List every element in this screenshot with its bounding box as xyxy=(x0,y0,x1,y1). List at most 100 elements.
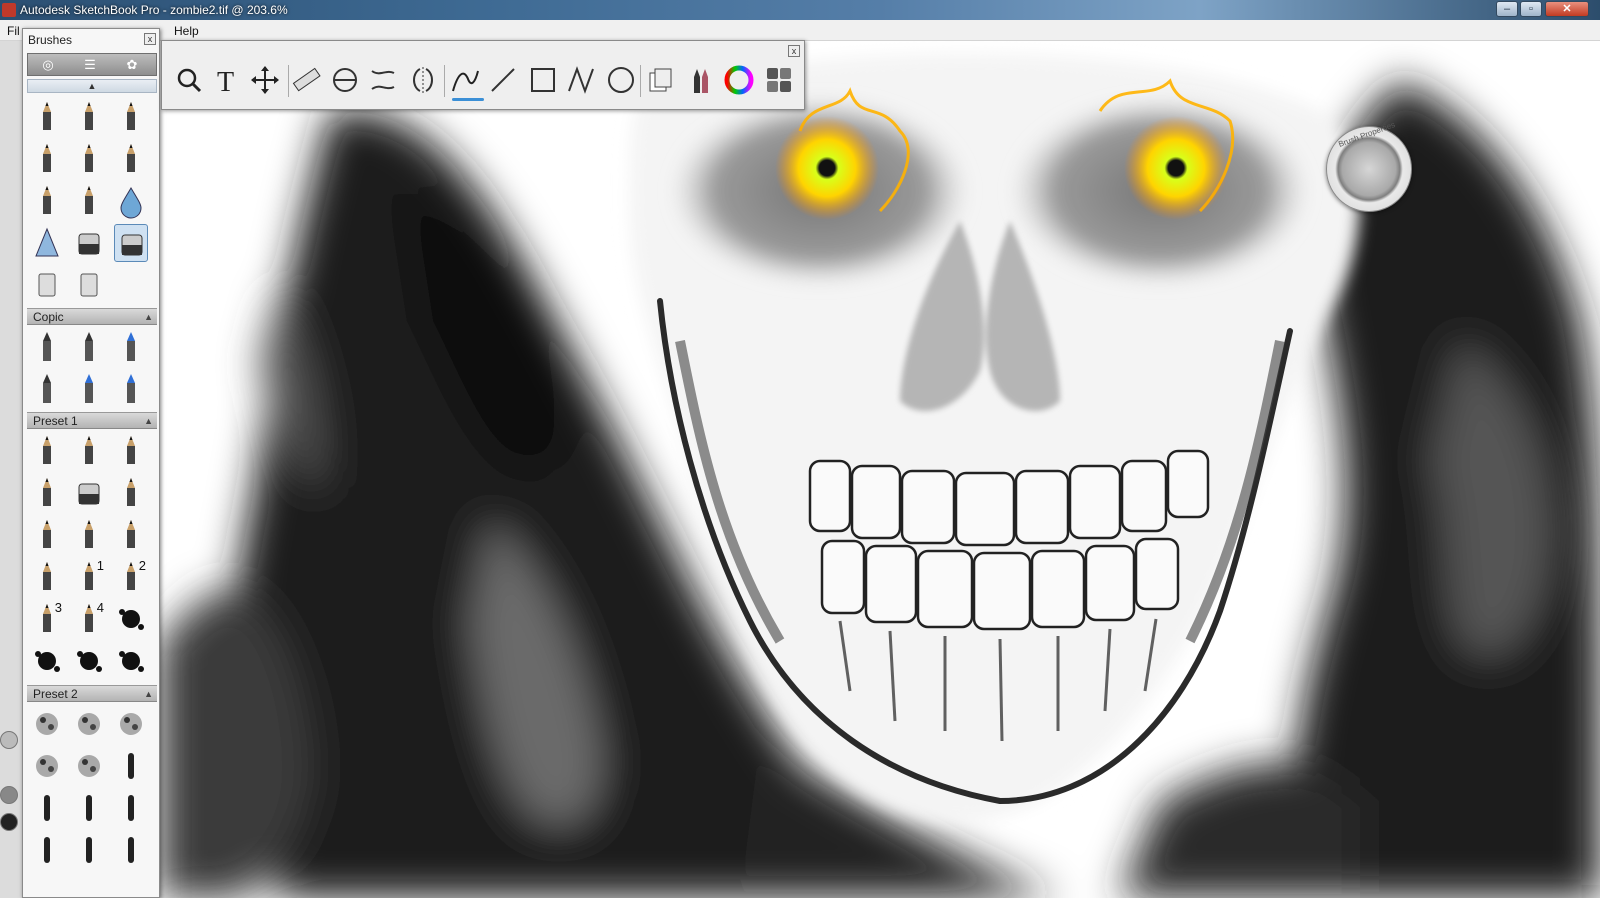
ellipse-icon[interactable] xyxy=(604,63,638,99)
brush-stick-1[interactable] xyxy=(114,747,148,785)
brush-ballpoint[interactable] xyxy=(72,140,106,178)
text-icon[interactable]: T xyxy=(210,63,244,99)
brush-properties-puck[interactable]: Brush Properties xyxy=(1326,120,1412,212)
brush-ink-pen[interactable] xyxy=(72,98,106,136)
brush-p1-chisel[interactable] xyxy=(114,474,148,512)
text-icon-glyph: T xyxy=(217,67,234,98)
brush-texture-2[interactable] xyxy=(72,705,106,743)
brush-fill-bucket[interactable] xyxy=(30,266,64,304)
brush-copic-2[interactable] xyxy=(72,329,106,367)
brush-pencil[interactable] xyxy=(30,98,64,136)
brush-copic-1[interactable] xyxy=(30,329,64,367)
brush-stick-2[interactable] xyxy=(30,789,64,827)
brush-p1-eraser[interactable] xyxy=(72,474,106,512)
maximize-button[interactable]: ▫ xyxy=(1520,1,1542,17)
brush-p1-round[interactable] xyxy=(72,516,106,554)
menu-file[interactable]: Fil xyxy=(7,24,20,38)
brush-settings-icon[interactable]: ☰ xyxy=(80,57,100,73)
brush-p1-splatter[interactable] xyxy=(114,600,148,638)
brush-p1-splat-3[interactable] xyxy=(114,642,148,680)
ellipse-guide-icon[interactable] xyxy=(328,63,362,99)
close-window-button[interactable]: ✕ xyxy=(1545,1,1589,17)
brush-eraser-soft[interactable] xyxy=(72,224,106,262)
brush-fill-stack[interactable] xyxy=(72,266,106,304)
brush-p1-splat-2[interactable] xyxy=(72,642,106,680)
brush-copic-4[interactable] xyxy=(30,371,64,409)
brush-copic-6[interactable] xyxy=(114,371,148,409)
brush-line-2[interactable] xyxy=(72,831,106,869)
brush-water-drop[interactable] xyxy=(114,182,148,220)
collapse-arrow-icon[interactable]: ▲ xyxy=(144,309,153,325)
brush-marker[interactable] xyxy=(114,98,148,136)
brush-eraser-hard[interactable] xyxy=(114,224,148,262)
brush-options-icon[interactable]: ✿ xyxy=(122,57,142,73)
brush-smudge[interactable] xyxy=(30,224,64,262)
section-header-copic[interactable]: Copic ▲ xyxy=(27,308,157,325)
brush-stick-4[interactable] xyxy=(114,789,148,827)
window-titlebar: Autodesk SketchBook Pro - zombie2.tif @ … xyxy=(0,0,1600,20)
brush-stick-3[interactable] xyxy=(72,789,106,827)
brushes-close-button[interactable]: x xyxy=(144,33,156,45)
brush-number-label: 3 xyxy=(54,600,62,615)
brush-p1-pen[interactable] xyxy=(114,432,148,470)
ruler-icon[interactable] xyxy=(290,63,324,99)
brush-p1-bottle[interactable] xyxy=(114,516,148,554)
freehand-stroke-icon[interactable] xyxy=(448,63,482,99)
brush-p1-nib-2[interactable]: 2 xyxy=(114,558,148,596)
brush-p1-marker[interactable] xyxy=(30,474,64,512)
layers-icon[interactable] xyxy=(644,63,678,99)
minimize-button[interactable]: – xyxy=(1496,1,1518,17)
move-icon[interactable] xyxy=(248,63,282,99)
toolbar-close-button[interactable]: x xyxy=(788,45,800,57)
brush-felt-pen[interactable] xyxy=(30,140,64,178)
brush-p1-flat-2[interactable] xyxy=(30,516,64,554)
ballpoint-icon xyxy=(85,144,93,172)
svg-text:T: T xyxy=(217,67,234,97)
brush-dots[interactable] xyxy=(30,747,64,785)
brush-p1-nib-3[interactable]: 3 xyxy=(30,600,64,638)
menu-bar: Fil Help xyxy=(0,20,1600,41)
brush-palette-icon[interactable] xyxy=(684,63,718,99)
brush-line-3[interactable] xyxy=(114,831,148,869)
p1-dropper-icon xyxy=(43,562,51,590)
section-header-preset-2[interactable]: Preset 2 ▲ xyxy=(27,685,157,702)
lagoon-tool-icon[interactable] xyxy=(0,731,18,749)
brush-p1-dropper[interactable] xyxy=(30,558,64,596)
p1-bottle-icon xyxy=(127,520,135,548)
ruler-icon-glyph xyxy=(292,67,321,92)
section-header-preset-1[interactable]: Preset 1 ▲ xyxy=(27,412,157,429)
brush-p1-nib-4[interactable]: 4 xyxy=(72,600,106,638)
brush-library-icon[interactable]: ◎ xyxy=(38,57,58,73)
brush-paintbrush[interactable] xyxy=(114,140,148,178)
brush-copic-3[interactable] xyxy=(114,329,148,367)
symmetry-icon[interactable] xyxy=(406,63,440,99)
brush-p1-pencil[interactable] xyxy=(30,432,64,470)
menu-help[interactable]: Help xyxy=(174,24,199,38)
brush-line-1[interactable] xyxy=(30,831,64,869)
lagoon-color-icon[interactable] xyxy=(0,813,18,831)
freehand-stroke-icon-glyph xyxy=(452,70,479,92)
speckle-icon xyxy=(78,755,100,777)
brush-airbrush[interactable] xyxy=(72,182,106,220)
lagoon-brush-icon[interactable] xyxy=(0,786,18,804)
brush-texture-3[interactable] xyxy=(114,705,148,743)
rectangle-icon[interactable] xyxy=(526,63,560,99)
brush-fine-pen[interactable] xyxy=(30,182,64,220)
swatches-icon[interactable] xyxy=(762,63,796,99)
toolbar-separator xyxy=(444,65,445,97)
brush-p1-flat[interactable] xyxy=(72,432,106,470)
brush-p1-nib-1[interactable]: 1 xyxy=(72,558,106,596)
move-icon-glyph xyxy=(251,66,279,94)
collapse-arrow-icon[interactable]: ▲ xyxy=(144,413,153,429)
brush-p1-blob[interactable] xyxy=(30,642,64,680)
french-curve-icon[interactable] xyxy=(366,63,400,99)
line-icon[interactable] xyxy=(486,63,520,99)
brush-scroll-up-button[interactable]: ▲ xyxy=(27,79,157,93)
collapse-arrow-icon[interactable]: ▲ xyxy=(144,686,153,702)
zoom-icon[interactable] xyxy=(172,63,206,99)
brush-speckle[interactable] xyxy=(72,747,106,785)
color-wheel-icon[interactable] xyxy=(722,63,756,99)
polyline-icon[interactable] xyxy=(564,63,598,99)
brush-copic-5[interactable] xyxy=(72,371,106,409)
brush-texture-1[interactable] xyxy=(30,705,64,743)
